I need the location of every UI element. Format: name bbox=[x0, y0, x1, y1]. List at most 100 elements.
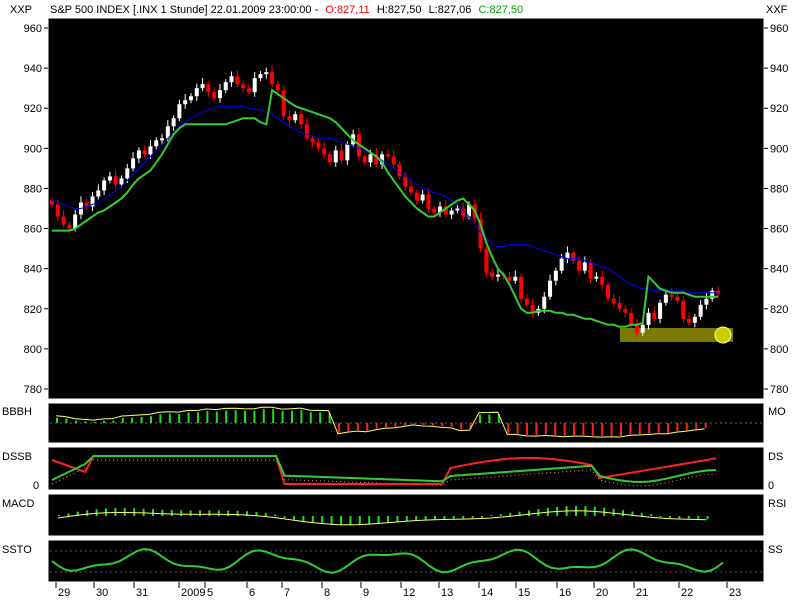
x-tick-label: 6 bbox=[249, 587, 255, 599]
macd-bar bbox=[349, 516, 352, 526]
y-tick-label-left: 940 bbox=[24, 63, 42, 75]
panel-dssb-zero-left: 0 bbox=[33, 480, 39, 492]
histogram-bar bbox=[563, 423, 566, 436]
histogram-bar bbox=[168, 413, 171, 423]
histogram-bar bbox=[375, 423, 378, 429]
macd-bar bbox=[678, 516, 681, 519]
ohlc-close: C:827,50 bbox=[478, 4, 523, 16]
macd-bar bbox=[152, 509, 154, 516]
stock-chart: XXP XXF S&P 500 INDEX [.INX 1 Stunde] 22… bbox=[0, 0, 800, 600]
histogram-bar bbox=[554, 423, 557, 436]
panel-dssb-label: DSSB bbox=[2, 451, 32, 463]
macd-bar bbox=[321, 516, 324, 524]
macd-bar bbox=[452, 516, 455, 519]
histogram-bar bbox=[657, 423, 660, 433]
histogram-bar bbox=[695, 423, 698, 429]
candle bbox=[605, 281, 610, 302]
y-tick-label-left: 840 bbox=[24, 264, 42, 276]
chart-window: XXP XXF S&P 500 INDEX [.INX 1 Stunde] 22… bbox=[0, 0, 800, 600]
current-price-marker bbox=[714, 326, 732, 344]
x-tick-label: 22 bbox=[681, 587, 693, 599]
macd-bar bbox=[199, 510, 201, 516]
y-tick-label-left: 960 bbox=[24, 23, 42, 35]
histogram-bar bbox=[272, 409, 275, 423]
candle bbox=[484, 245, 489, 278]
macd-bar bbox=[302, 516, 305, 522]
histogram-bar bbox=[620, 423, 622, 437]
y-tick-label-right: 800 bbox=[770, 344, 788, 356]
macd-bar bbox=[86, 510, 89, 516]
y-tick-label-left: 800 bbox=[24, 344, 42, 356]
macd-bar bbox=[687, 516, 690, 519]
x-tick-label: 30 bbox=[96, 587, 108, 599]
y-tick-label-left: 860 bbox=[24, 224, 42, 236]
histogram-bar bbox=[629, 423, 632, 435]
panel-bbbh-label: BBBH bbox=[2, 406, 32, 418]
histogram-bar bbox=[234, 410, 237, 423]
macd-bar bbox=[377, 516, 380, 524]
panel-mo-label: MO bbox=[768, 406, 786, 418]
histogram-bar bbox=[582, 423, 585, 436]
macd-bar bbox=[236, 510, 239, 516]
x-tick-label: 14 bbox=[481, 587, 493, 599]
histogram-bar bbox=[140, 416, 143, 423]
y-tick-label-right: 880 bbox=[770, 183, 788, 195]
y-tick-label-left: 900 bbox=[24, 143, 42, 155]
histogram-bar bbox=[413, 423, 416, 424]
histogram-bar bbox=[591, 423, 594, 436]
histogram-bar bbox=[131, 417, 134, 423]
x-tick-label: 8 bbox=[324, 587, 330, 599]
panel-ssto-label: SSTO bbox=[2, 544, 32, 556]
x-tick-label: 23 bbox=[729, 587, 741, 599]
macd-bar bbox=[659, 516, 662, 518]
panel-dssb-zero-right: 0 bbox=[768, 480, 774, 492]
histogram-bar bbox=[244, 410, 246, 423]
macd-bar bbox=[612, 508, 615, 516]
panel-ss-label: SS bbox=[768, 544, 783, 556]
macd-bar bbox=[180, 510, 183, 516]
histogram-bar bbox=[638, 423, 641, 435]
macd-bar bbox=[537, 509, 540, 516]
macd-bar bbox=[396, 516, 399, 522]
macd-bar bbox=[170, 510, 173, 516]
macd-bar bbox=[706, 516, 709, 520]
macd-bar bbox=[227, 510, 230, 516]
ohlc-open: O:827,11 bbox=[325, 4, 369, 16]
histogram-bar bbox=[150, 416, 152, 423]
histogram-bar bbox=[187, 412, 190, 423]
histogram-bar bbox=[56, 417, 58, 423]
histogram-bar bbox=[610, 423, 613, 436]
y-tick-label-right: 920 bbox=[770, 103, 788, 115]
x-tick-label: 7 bbox=[284, 587, 290, 599]
x-tick-label: 12 bbox=[403, 587, 415, 599]
histogram-bar bbox=[338, 423, 340, 433]
macd-bar bbox=[443, 516, 446, 519]
macd-bar bbox=[481, 516, 483, 518]
histogram-bar bbox=[460, 423, 463, 430]
macd-bar bbox=[161, 509, 164, 516]
x-tick-label: 21 bbox=[636, 587, 648, 599]
y-tick-label-right: 960 bbox=[770, 23, 788, 35]
macd-bar bbox=[499, 514, 502, 516]
x-tick-label: 16 bbox=[559, 587, 571, 599]
y-tick-label-left: 880 bbox=[24, 183, 42, 195]
macd-bar bbox=[283, 516, 286, 518]
left-corner-label: XXP bbox=[10, 4, 32, 16]
histogram-bar bbox=[347, 423, 350, 432]
svg-text:S&P 500 INDEX [.INX 1 Stunde]: S&P 500 INDEX [.INX 1 Stunde] 22.01.2009… bbox=[50, 4, 523, 16]
histogram-bar bbox=[225, 410, 228, 423]
histogram-bar bbox=[65, 418, 68, 423]
y-tick-label-right: 780 bbox=[770, 384, 788, 396]
histogram-bar bbox=[93, 422, 96, 423]
candle bbox=[281, 85, 286, 120]
histogram-bar bbox=[479, 414, 481, 423]
histogram-bar bbox=[667, 423, 669, 433]
panel-ds-label: DS bbox=[768, 451, 783, 463]
title-text: S&P 500 INDEX [.INX 1 Stunde] 22.01.2009… bbox=[50, 4, 319, 16]
histogram-bar bbox=[441, 423, 444, 427]
histogram-bar bbox=[121, 418, 124, 423]
histogram-bar bbox=[262, 409, 265, 423]
histogram-bar bbox=[309, 412, 312, 423]
macd-bar bbox=[622, 510, 624, 516]
x-tick-label: 29 bbox=[58, 587, 70, 599]
